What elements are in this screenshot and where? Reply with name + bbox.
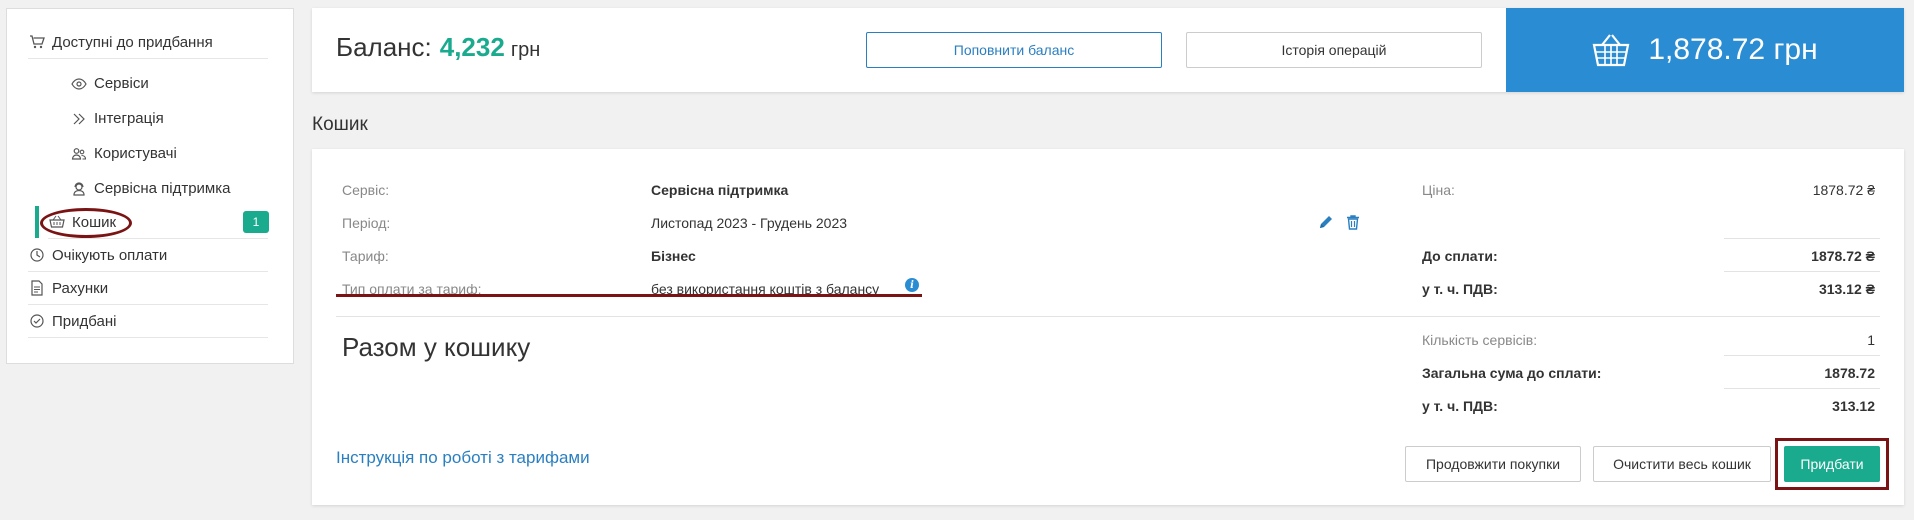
sidebar-item-label: Сервіси (94, 75, 149, 92)
due-label: До сплати: (1422, 248, 1498, 264)
divider (1724, 388, 1880, 389)
active-indicator (35, 206, 39, 238)
sidebar-item-label: Придбані (52, 312, 117, 330)
document-icon (28, 279, 46, 297)
edit-icon[interactable] (1318, 214, 1334, 230)
tariff-value: Бізнес (651, 248, 696, 264)
balance-amount: 4,232 (439, 32, 505, 62)
summary-vat-label: у т. ч. ПДВ: (1422, 398, 1498, 414)
sidebar-item-invoices[interactable]: Рахунки (28, 272, 268, 305)
sidebar-item-support[interactable]: Сервісна підтримка (70, 172, 268, 205)
price-label: Ціна: (1422, 182, 1455, 198)
sidebar-item-integration[interactable]: Інтеграція (70, 102, 268, 135)
users-icon (70, 145, 88, 163)
total-value: 1878.72 (1824, 365, 1875, 381)
price-value: 1878.72 ₴ (1812, 182, 1875, 198)
service-value: Сервісна підтримка (651, 182, 789, 198)
count-value: 1 (1867, 332, 1875, 348)
trash-icon[interactable] (1345, 214, 1361, 230)
info-icon[interactable]: i (905, 278, 919, 292)
balance-label: Баланс: (336, 32, 432, 62)
basket-icon (1593, 34, 1630, 67)
clear-cart-button[interactable]: Очистити весь кошик (1593, 446, 1771, 482)
due-value: 1878.72 ₴ (1811, 248, 1875, 264)
sidebar-item-label: Доступні до придбання (52, 33, 213, 51)
sidebar-item-awaiting-payment[interactable]: Очікують оплати (28, 239, 268, 272)
service-label: Сервіс: (342, 182, 390, 198)
count-label: Кількість сервісів: (1422, 332, 1538, 348)
continue-shopping-button[interactable]: Продовжити покупки (1405, 446, 1581, 482)
sidebar-item-services[interactable]: Сервіси (70, 67, 268, 100)
sidebar-item-available[interactable]: Доступні до придбання (28, 26, 268, 59)
eye-icon (70, 75, 88, 93)
total-label: Загальна сума до сплати: (1422, 365, 1602, 381)
tariff-label: Тариф: (342, 248, 389, 264)
history-button[interactable]: Історія операцій (1186, 32, 1482, 68)
sidebar-item-label: Користувачі (94, 145, 177, 162)
cart-total-amount: 1,878.72 грн (1648, 33, 1818, 66)
sidebar-item-label: Рахунки (52, 279, 109, 297)
integration-icon (70, 110, 88, 128)
instructions-link[interactable]: Інструкція по роботі з тарифами (336, 448, 590, 468)
vat-label: у т. ч. ПДВ: (1422, 281, 1498, 297)
sidebar-item-users[interactable]: Користувачі (70, 137, 268, 170)
topup-button[interactable]: Поповнити баланс (866, 32, 1162, 68)
clock-icon (28, 246, 46, 264)
balance-currency: грн (510, 39, 541, 61)
sidebar-item-label: Очікують оплати (52, 246, 168, 264)
buy-button[interactable]: Придбати (1784, 446, 1880, 482)
section-divider (336, 316, 1880, 317)
divider (1724, 355, 1880, 356)
summary-vat-value: 313.12 (1832, 398, 1875, 414)
sidebar-item-label: Інтеграція (94, 110, 164, 127)
divider (1724, 271, 1880, 272)
cart-total-box[interactable]: 1,878.72 грн (1506, 8, 1904, 92)
summary-title: Разом у кошику (342, 332, 531, 362)
divider (1724, 238, 1880, 239)
highlight-underline (336, 294, 922, 297)
sidebar-item-purchased[interactable]: Придбані (28, 305, 268, 338)
check-circle-icon (28, 312, 46, 330)
period-value: Листопад 2023 - Грудень 2023 (651, 215, 848, 231)
cart-count-badge: 1 (243, 211, 269, 233)
page-title: Кошик (312, 114, 368, 135)
balance: Баланс: 4,232 грн (336, 32, 540, 63)
period-label: Період: (342, 215, 391, 231)
vat-value: 313.12 ₴ (1818, 281, 1875, 297)
sidebar-item-label: Сервісна підтримка (94, 180, 231, 197)
cart-icon (28, 33, 46, 51)
support-icon (70, 180, 88, 198)
highlight-oval (40, 208, 132, 238)
